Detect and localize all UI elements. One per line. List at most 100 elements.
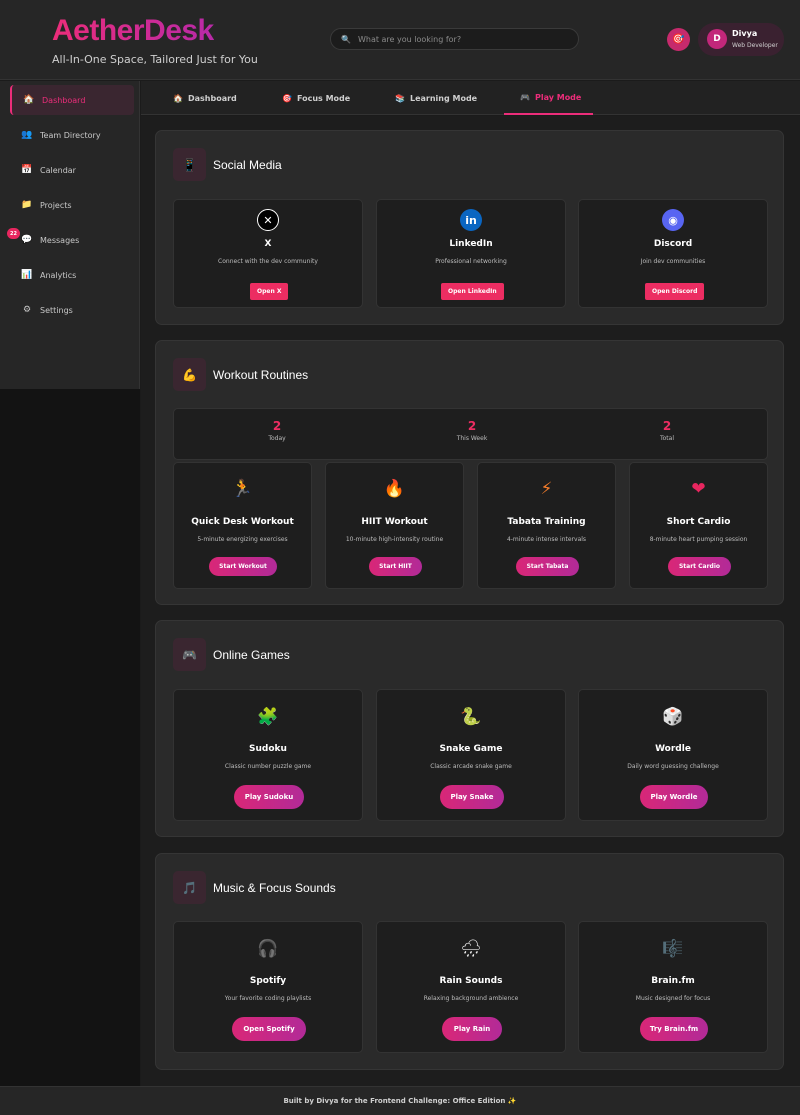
play-wordle-button[interactable]: Play Wordle <box>640 785 708 809</box>
start-tabata-button[interactable]: Start Tabata <box>516 557 579 576</box>
snake-icon: 🐍 <box>460 707 482 727</box>
open-x-button[interactable]: Open X <box>250 283 289 300</box>
card-title: X <box>264 239 272 249</box>
social-media-section: 📱 Social Media ✕ X Connect with the dev … <box>155 130 784 325</box>
online-games-section: 🎮 Online Games 🧩 Sudoku Classic number p… <box>155 620 784 837</box>
stat-this-week: 2 This Week <box>422 419 522 442</box>
avatar: D <box>707 29 727 49</box>
card-title: HIIT Workout <box>361 517 428 527</box>
calendar-icon: 📅 <box>21 165 33 175</box>
social-card-discord: ◉ Discord Join dev communities Open Disc… <box>578 199 768 308</box>
section-title: Social Media <box>213 158 282 172</box>
focus-target-icon[interactable]: 🎯 <box>667 28 690 51</box>
footer: Built by Divya for the Frontend Challeng… <box>0 1086 800 1115</box>
music-section: 🎵 Music & Focus Sounds 🎧 Spotify Your fa… <box>155 853 784 1070</box>
sidebar-item-dashboard[interactable]: 🏠 Dashboard <box>10 85 134 115</box>
sidebar-item-team-directory[interactable]: 👥 Team Directory <box>10 120 134 150</box>
muscle-icon: 💪 <box>173 358 206 391</box>
workout-card-short-cardio: ❤ Short Cardio 8-minute heart pumping se… <box>629 462 768 589</box>
card-description: 8-minute heart pumping session <box>649 536 748 543</box>
card-title: Short Cardio <box>666 517 731 527</box>
tab-learning-mode[interactable]: 📚 Learning Mode <box>395 81 477 115</box>
gear-icon: ⚙ <box>22 305 32 315</box>
play-sudoku-button[interactable]: Play Sudoku <box>234 785 304 809</box>
start-cardio-button[interactable]: Start Cardio <box>668 557 731 576</box>
mode-tabs: 🏠 Dashboard 🎯 Focus Mode 📚 Learning Mode… <box>141 81 800 115</box>
card-title: Rain Sounds <box>439 976 503 986</box>
footer-text: Built by Divya for the Frontend Challeng… <box>283 1097 517 1105</box>
card-description: Classic arcade snake game <box>430 763 512 770</box>
tab-play-mode[interactable]: 🎮 Play Mode <box>504 81 593 115</box>
lightning-icon: ⚡ <box>540 479 553 499</box>
sidebar-item-label: Dashboard <box>42 95 86 105</box>
card-title: Quick Desk Workout <box>191 517 294 527</box>
open-discord-button[interactable]: Open Discord <box>645 283 705 300</box>
brand-title: AetherDesk <box>52 14 214 47</box>
tab-label: Focus Mode <box>296 93 351 103</box>
sidebar-item-label: Calendar <box>40 165 76 175</box>
workout-section: 💪 Workout Routines 2 Today 2 This Week 2… <box>155 340 784 605</box>
sidebar-item-calendar[interactable]: 📅 Calendar <box>10 155 134 185</box>
gamepad-icon: 🎮 <box>173 638 206 671</box>
card-description: Relaxing background ambience <box>423 995 519 1002</box>
sidebar-item-projects[interactable]: 📁 Projects <box>10 190 134 220</box>
phone-icon: 📱 <box>173 148 206 181</box>
card-title: Discord <box>653 239 693 249</box>
start-hiit-button[interactable]: Start HIIT <box>369 557 422 576</box>
tab-dashboard[interactable]: 🏠 Dashboard <box>173 81 237 115</box>
stat-label: Today <box>268 435 286 442</box>
stat-value: 2 <box>467 419 477 433</box>
tab-focus-mode[interactable]: 🎯 Focus Mode <box>282 81 350 115</box>
sidebar-item-analytics[interactable]: 📊 Analytics <box>10 260 134 290</box>
user-role: Web Developer <box>732 42 778 49</box>
play-rain-button[interactable]: Play Rain <box>442 1017 502 1041</box>
start-workout-button[interactable]: Start Workout <box>209 557 277 576</box>
game-card-wordle: 🎲 Wordle Daily word guessing challenge P… <box>578 689 768 821</box>
search-icon: 🔍 <box>341 34 351 44</box>
try-brainfm-button[interactable]: Try Brain.fm <box>640 1017 708 1041</box>
card-title: Snake Game <box>439 744 503 754</box>
sidebar-item-messages[interactable]: 💬 22 Messages <box>7 225 134 255</box>
sidebar-item-label: Team Directory <box>40 130 101 140</box>
team-icon: 👥 <box>21 130 33 140</box>
stat-total: 2 Total <box>617 419 717 442</box>
card-title: LinkedIn <box>449 239 493 249</box>
search-bar[interactable]: 🔍 <box>330 28 579 50</box>
target-icon: 🎯 <box>282 93 292 103</box>
sidebar-item-settings[interactable]: ⚙ Settings <box>10 295 134 325</box>
chat-icon: 💬 <box>21 235 33 245</box>
runner-icon: 🏃 <box>231 479 254 499</box>
play-snake-button[interactable]: Play Snake <box>440 785 504 809</box>
brand-tagline: All-In-One Space, Tailored Just for You <box>52 53 258 66</box>
home-icon: 🏠 <box>23 95 35 105</box>
music-score-icon: 🎼 <box>662 939 684 959</box>
card-description: 10-minute high-intensity routine <box>345 536 444 543</box>
linkedin-logo-icon: in <box>460 209 482 231</box>
tab-label: Dashboard <box>187 93 237 103</box>
card-description: Connect with the dev community <box>218 258 318 265</box>
sidebar-item-label: Settings <box>40 305 73 315</box>
section-title: Online Games <box>213 648 290 662</box>
music-card-brainfm: 🎼 Brain.fm Music designed for focus Try … <box>578 921 768 1053</box>
search-input[interactable] <box>357 34 558 44</box>
open-spotify-button[interactable]: Open Spotify <box>232 1017 306 1041</box>
app-header: AetherDesk All-In-One Space, Tailored Ju… <box>0 0 800 80</box>
user-profile[interactable]: D Divya Web Developer <box>698 23 784 56</box>
open-linkedin-button[interactable]: Open LinkedIn <box>441 283 504 300</box>
card-description: Music designed for focus <box>635 995 711 1002</box>
gamepad-icon: 🎮 <box>520 92 530 102</box>
card-description: Your favorite coding playlists <box>224 995 312 1002</box>
sidebar-item-label: Projects <box>40 200 72 210</box>
workout-card-quick-desk: 🏃 Quick Desk Workout 5-minute energizing… <box>173 462 312 589</box>
card-description: Join dev communities <box>640 258 706 265</box>
card-title: Sudoku <box>249 744 287 754</box>
social-card-x: ✕ X Connect with the dev community Open … <box>173 199 363 308</box>
discord-logo-icon: ◉ <box>662 209 684 231</box>
headphones-icon: 🎧 <box>257 939 279 959</box>
workout-card-tabata: ⚡ Tabata Training 4-minute intense inter… <box>477 462 616 589</box>
dice-icon: 🎲 <box>662 707 684 727</box>
sidebar-item-label: Messages <box>40 235 80 245</box>
fire-icon: 🔥 <box>383 479 406 499</box>
workout-card-hiit: 🔥 HIIT Workout 10-minute high-intensity … <box>325 462 464 589</box>
home-icon: 🏠 <box>173 93 183 103</box>
